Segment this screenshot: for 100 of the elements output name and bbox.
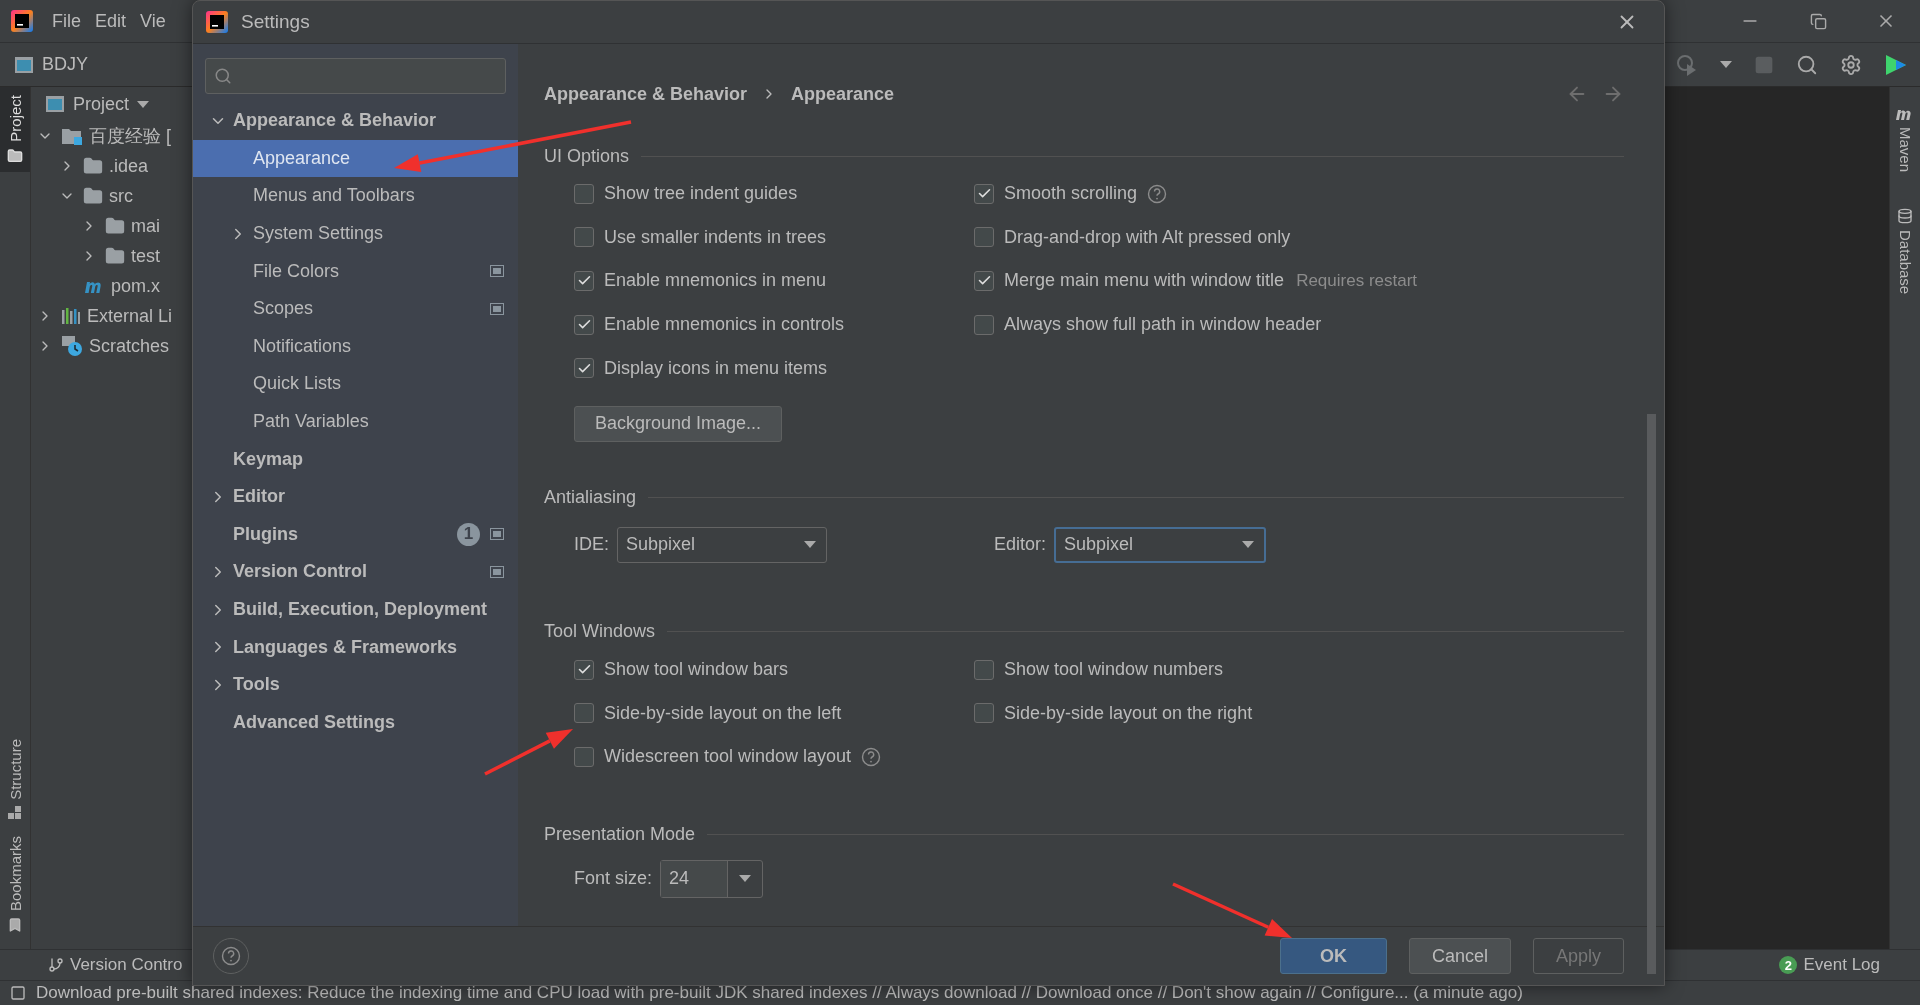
help-icon[interactable] (1147, 183, 1168, 204)
option-label: Side-by-side layout on the right (1004, 702, 1253, 724)
settings-nav-item[interactable]: Notifications (193, 327, 518, 366)
project-window-icon (45, 95, 65, 113)
menu-item[interactable]: Vie (140, 10, 166, 32)
restore-icon[interactable] (1809, 12, 1827, 30)
folder-icon (105, 246, 125, 266)
tree-item[interactable]: mai (131, 215, 160, 237)
option-label: Show tool window bars (604, 659, 789, 681)
background-image-button[interactable]: Background Image... (574, 405, 783, 442)
tree-item[interactable]: External Li (87, 305, 173, 327)
libraries-icon (61, 307, 81, 325)
folder-icon (83, 156, 103, 176)
dropdown[interactable]: Subpixel (1054, 526, 1267, 563)
branch-icon (48, 957, 64, 973)
settings-nav-item[interactable]: Path Variables (193, 402, 518, 441)
database-icon (1897, 208, 1913, 225)
breadcrumb-item[interactable]: Appearance & Behavior (544, 83, 748, 105)
project-name[interactable]: BDJY (42, 54, 88, 75)
checkbox[interactable] (974, 314, 994, 335)
search-icon (214, 67, 232, 85)
tool-window-tab[interactable]: Project (0, 87, 30, 172)
checkbox[interactable] (974, 227, 994, 248)
tool-window-tab[interactable]: Maven (1895, 99, 1915, 181)
dropdown-arrow-icon[interactable] (739, 875, 752, 883)
settings-nav-item[interactable]: Appearance (193, 139, 518, 178)
settings-nav-item[interactable]: Keymap (193, 440, 518, 478)
dropdown-arrow-icon[interactable] (137, 100, 150, 108)
settings-nav-item[interactable]: Version Control (193, 553, 518, 591)
dialog-button[interactable]: OK (1279, 938, 1387, 974)
settings-nav-item[interactable]: Quick Lists (193, 365, 518, 403)
dropdown-arrow-icon[interactable] (804, 541, 816, 549)
section-title: Tool Windows (544, 621, 656, 643)
status-toggle-icon[interactable] (10, 985, 26, 1001)
tree-item[interactable]: Scratches (89, 335, 170, 357)
settings-nav-item[interactable]: File Colors (193, 252, 518, 290)
checkbox[interactable] (574, 314, 594, 335)
section-title: Presentation Mode (544, 824, 696, 846)
field-label: Editor: (994, 534, 1047, 556)
tree-item[interactable]: .idea (109, 155, 149, 177)
option-label: Widescreen tool window layout (604, 746, 852, 768)
panel-title[interactable]: Project (73, 93, 130, 115)
checkbox[interactable] (974, 183, 994, 204)
checkbox[interactable] (974, 659, 994, 680)
restart-note: Requires restart (1296, 271, 1418, 291)
checkbox[interactable] (574, 271, 594, 291)
settings-nav-item[interactable]: Editor (193, 477, 518, 516)
checkbox[interactable] (974, 703, 994, 724)
bookmark-icon (7, 917, 23, 933)
checkbox[interactable] (574, 358, 594, 379)
settings-nav-item[interactable]: Advanced Settings (193, 703, 518, 742)
dropdown-arrow-icon[interactable] (1242, 541, 1255, 549)
search-field[interactable] (205, 58, 506, 94)
option-label: Side-by-side layout on the left (604, 702, 842, 724)
settings-nav-item[interactable]: Appearance & Behavior (193, 102, 518, 140)
tree-item[interactable]: pom.x (111, 275, 161, 297)
event-log-tab[interactable]: 2 Event Log (1779, 955, 1880, 975)
settings-nav-item[interactable]: System Settings (193, 214, 518, 253)
checkbox[interactable] (574, 183, 594, 204)
app-logo-icon (205, 10, 229, 34)
option-label: Show tool window numbers (1004, 659, 1224, 681)
help-icon[interactable] (221, 946, 241, 966)
toolbox-logo-icon[interactable] (1884, 52, 1908, 77)
option-label: Display icons in menu items (604, 357, 828, 379)
tree-item[interactable]: 百度经验 [ (89, 124, 171, 148)
tree-item[interactable]: src (109, 185, 133, 207)
settings-nav-item[interactable]: Menus and Toolbars (193, 177, 518, 215)
folder-icon (83, 186, 103, 206)
tool-window-tab[interactable]: Database (1896, 200, 1914, 303)
checkbox[interactable] (574, 746, 594, 767)
version-control-tab[interactable]: Version Contro (48, 955, 183, 975)
search-icon[interactable] (1796, 53, 1818, 76)
option-label: Drag-and-drop with Alt pressed only (1004, 226, 1291, 248)
option-label: Merge main menu with window title (1004, 270, 1285, 292)
tree-item[interactable]: test (131, 245, 160, 267)
settings-nav-item[interactable]: Tools (193, 665, 518, 704)
option-label: Enable mnemonics in controls (604, 314, 845, 336)
field-label: Font size: (574, 868, 653, 890)
checkbox[interactable] (574, 703, 594, 724)
help-icon[interactable] (861, 746, 882, 767)
menu-item[interactable]: File (52, 10, 81, 32)
dropdown-arrow-icon[interactable] (1720, 61, 1732, 68)
font-size-combo[interactable]: 24 (660, 859, 764, 898)
status-message: Download pre-built shared indexes: Reduce the indexing time and CPU load with pre-built JDK shared indexes // Always download // Download once // Don't show again // Configure... (a minute ago) (36, 983, 1523, 1003)
settings-icon[interactable] (1840, 53, 1862, 76)
checkbox[interactable] (574, 227, 594, 248)
tool-window-tab[interactable]: Bookmarks (0, 827, 30, 941)
tool-window-tab[interactable]: Structure (0, 731, 30, 828)
settings-nav-item[interactable]: Plugins 1 (193, 515, 518, 554)
dropdown[interactable]: Subpixel (617, 526, 827, 563)
checkbox[interactable] (974, 271, 994, 291)
settings-nav-item[interactable]: Build, Execution, Deployment (193, 590, 518, 629)
folder-icon (105, 216, 125, 236)
scrollbar[interactable] (1647, 414, 1656, 974)
settings-nav-item[interactable]: Scopes (193, 289, 518, 328)
dialog-button[interactable]: Cancel (1408, 938, 1511, 974)
menu-item[interactable]: Edit (95, 10, 127, 32)
option-label: Smooth scrolling (1004, 183, 1138, 205)
settings-nav-item[interactable]: Languages & Frameworks (193, 628, 518, 666)
checkbox[interactable] (574, 659, 594, 680)
